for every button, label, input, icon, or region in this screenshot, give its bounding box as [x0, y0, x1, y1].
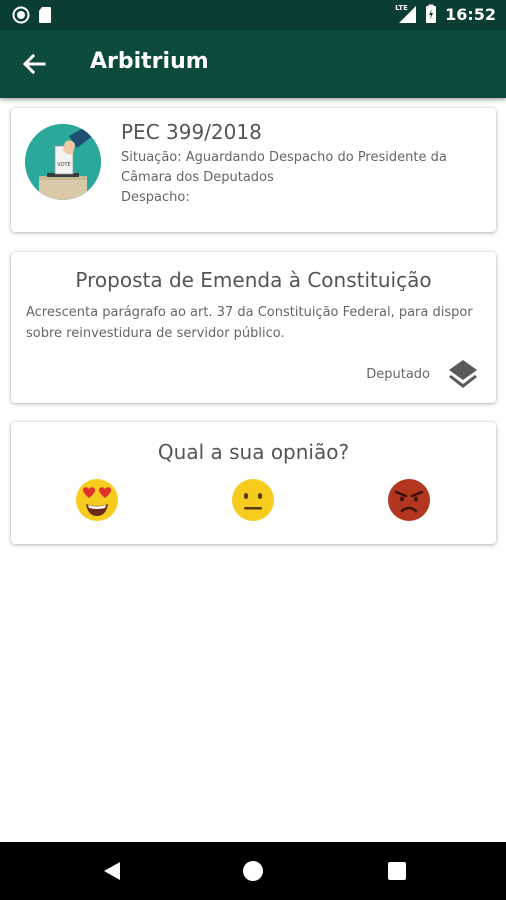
nav-home-button[interactable] — [241, 859, 265, 883]
details-card: Proposta de Emenda à Constituição Acresc… — [11, 252, 496, 403]
status-bar: LTE 16:52 — [0, 0, 506, 30]
battery-icon — [426, 4, 437, 23]
opinion-title: Qual a sua opnião? — [157, 440, 350, 464]
avatar-vote-label: VOTE — [57, 162, 70, 168]
nav-recents-icon — [388, 862, 406, 880]
opinion-card: Qual a sua opnião? — [11, 422, 496, 544]
proposal-situation: Situação: Aguardando Despacho do Preside… — [121, 150, 447, 165]
status-left-icons — [12, 6, 52, 24]
status-time: 16:52 — [445, 4, 496, 24]
record-icon — [12, 6, 30, 24]
system-nav-bar — [0, 842, 506, 900]
app-title: Arbitrium — [90, 49, 209, 74]
opinion-love-button[interactable] — [75, 478, 119, 522]
nav-home-icon — [243, 861, 263, 881]
details-author: Deputado — [366, 367, 430, 382]
opinion-angry-button[interactable] — [387, 478, 431, 522]
neutral-face-emoji-icon — [232, 479, 274, 521]
author-details-button[interactable] — [446, 358, 480, 390]
proposal-card[interactable]: VOTE PEC 399/2018 Situação: Aguardando D… — [11, 108, 496, 232]
signal-icon: LTE — [395, 4, 417, 24]
sim-card-icon — [39, 7, 51, 23]
nav-back-button[interactable] — [100, 859, 124, 883]
layers-icon — [449, 360, 477, 388]
details-title: Proposta de Emenda à Constituição — [75, 268, 432, 292]
ballot-box-icon: VOTE — [25, 124, 101, 200]
back-button[interactable] — [18, 50, 50, 78]
nav-recents-button[interactable] — [385, 859, 409, 883]
app-bar: Arbitrium — [0, 30, 506, 98]
arrow-back-icon — [22, 53, 46, 75]
nav-back-icon — [104, 862, 120, 880]
proposal-despacho: Despacho: — [121, 190, 190, 205]
proposal-situation-continued: Câmara dos Deputados — [121, 170, 274, 185]
opinion-neutral-button[interactable] — [231, 478, 275, 522]
details-description: Acrescenta parágrafo ao art. 37 da Const… — [26, 305, 473, 341]
status-right-icons: LTE 16:52 — [395, 4, 496, 24]
proposal-title: PEC 399/2018 — [121, 120, 262, 144]
heart-eyes-emoji-icon — [76, 479, 118, 521]
angry-face-emoji-icon — [388, 479, 430, 521]
